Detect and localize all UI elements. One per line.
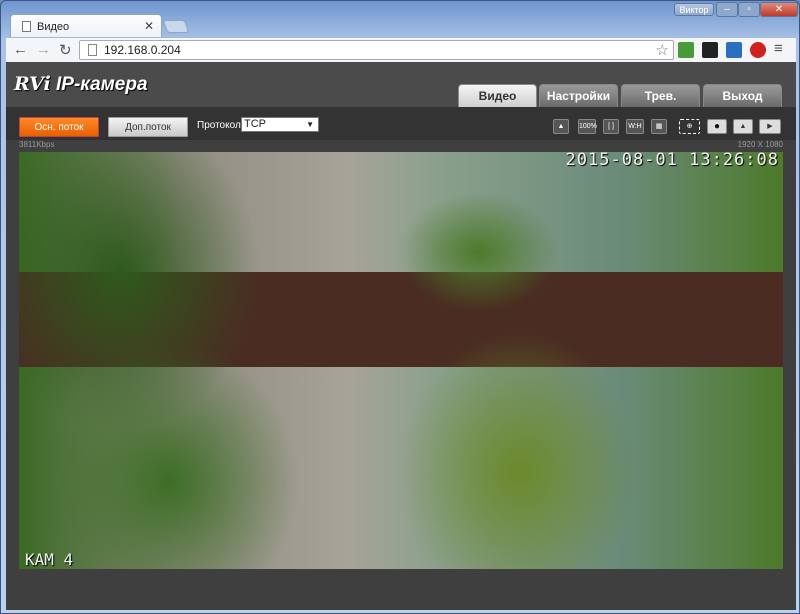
main-stream-button[interactable]: Осн. поток [19, 117, 99, 137]
camera-name: КАМ 4 [25, 550, 74, 569]
tab-video[interactable]: Видео [458, 84, 537, 107]
tab-title: Видео [37, 21, 70, 33]
camera-page: RVi IP-камера Видео Настройки Трев. Выхо… [6, 62, 796, 610]
protocol-select[interactable]: TCP ▼ [241, 117, 319, 132]
fullscreen-icon[interactable]: ▦ [651, 119, 667, 134]
url-text: 192.168.0.204 [104, 43, 181, 57]
tab-alarm[interactable]: Трев. [621, 84, 700, 107]
protocol-label: Протокол [197, 120, 241, 131]
stream-info: 3811Kbps 1920 X 1080 [6, 140, 796, 152]
bitrate: 3811Kbps [19, 140, 55, 149]
browser-toolbar: ← → ↻ 192.168.0.204 ☆ ≡ [6, 37, 796, 62]
record-icon[interactable]: ● [707, 119, 727, 134]
extension-stop-icon[interactable] [750, 42, 766, 58]
tab-settings[interactable]: Настройки [539, 84, 618, 107]
browser-window: Видео ✕ Виктор – ▫ ✕ ← → ↻ 192.168.0.204 ☆… [0, 0, 800, 614]
image-icon[interactable]: ▲ [733, 119, 753, 134]
close-tab-icon[interactable]: ✕ [144, 19, 154, 33]
close-window-button[interactable]: ✕ [760, 2, 798, 17]
video-camera-icon[interactable]: ▶ [759, 119, 781, 134]
fit-screen-icon[interactable]: [ ] [603, 119, 619, 134]
sub-stream-button[interactable]: Доп.поток [108, 117, 188, 137]
snapshot-icon[interactable]: ▲ [553, 119, 569, 134]
minimize-button[interactable]: – [716, 2, 738, 17]
menu-icon[interactable]: ≡ [774, 40, 783, 57]
aspect-wh-icon[interactable]: W:H [626, 119, 644, 134]
app-header: RVi IP-камера Видео Настройки Трев. Выхо… [6, 62, 796, 107]
extension-green-icon[interactable] [678, 42, 694, 58]
zoom-100-icon[interactable]: 100% [578, 119, 597, 134]
tab-exit[interactable]: Выход [703, 84, 782, 107]
video-timestamp: 2015-08-01 13:26:08 [565, 152, 779, 170]
reload-icon[interactable]: ↻ [59, 41, 72, 59]
bookmark-star-icon[interactable]: ☆ [656, 41, 669, 59]
extension-badge-icon[interactable] [702, 42, 718, 58]
page-icon [88, 44, 97, 56]
app-title: IP-камера [56, 74, 148, 95]
address-bar[interactable]: 192.168.0.204 ☆ [79, 40, 674, 60]
page-icon [22, 21, 31, 32]
video-toolbar: Осн. поток Доп.поток Протокол TCP ▼ ▲ 100… [6, 107, 796, 140]
resolution: 1920 X 1080 [737, 140, 783, 149]
forward-icon[interactable]: → [36, 41, 51, 58]
user-badge[interactable]: Виктор [674, 3, 714, 16]
new-tab-button[interactable] [162, 20, 190, 33]
digital-zoom-icon[interactable]: ⊕ [679, 119, 700, 134]
logo: RVi IP-камера [14, 73, 148, 95]
back-icon[interactable]: ← [13, 41, 28, 58]
chevron-down-icon: ▼ [306, 120, 314, 129]
video-feed[interactable]: 2015-08-01 13:26:08 КАМ 4 [19, 152, 783, 569]
maximize-button[interactable]: ▫ [738, 2, 760, 17]
browser-tab[interactable]: Видео ✕ [10, 14, 162, 37]
extension-s-icon[interactable] [726, 42, 742, 58]
